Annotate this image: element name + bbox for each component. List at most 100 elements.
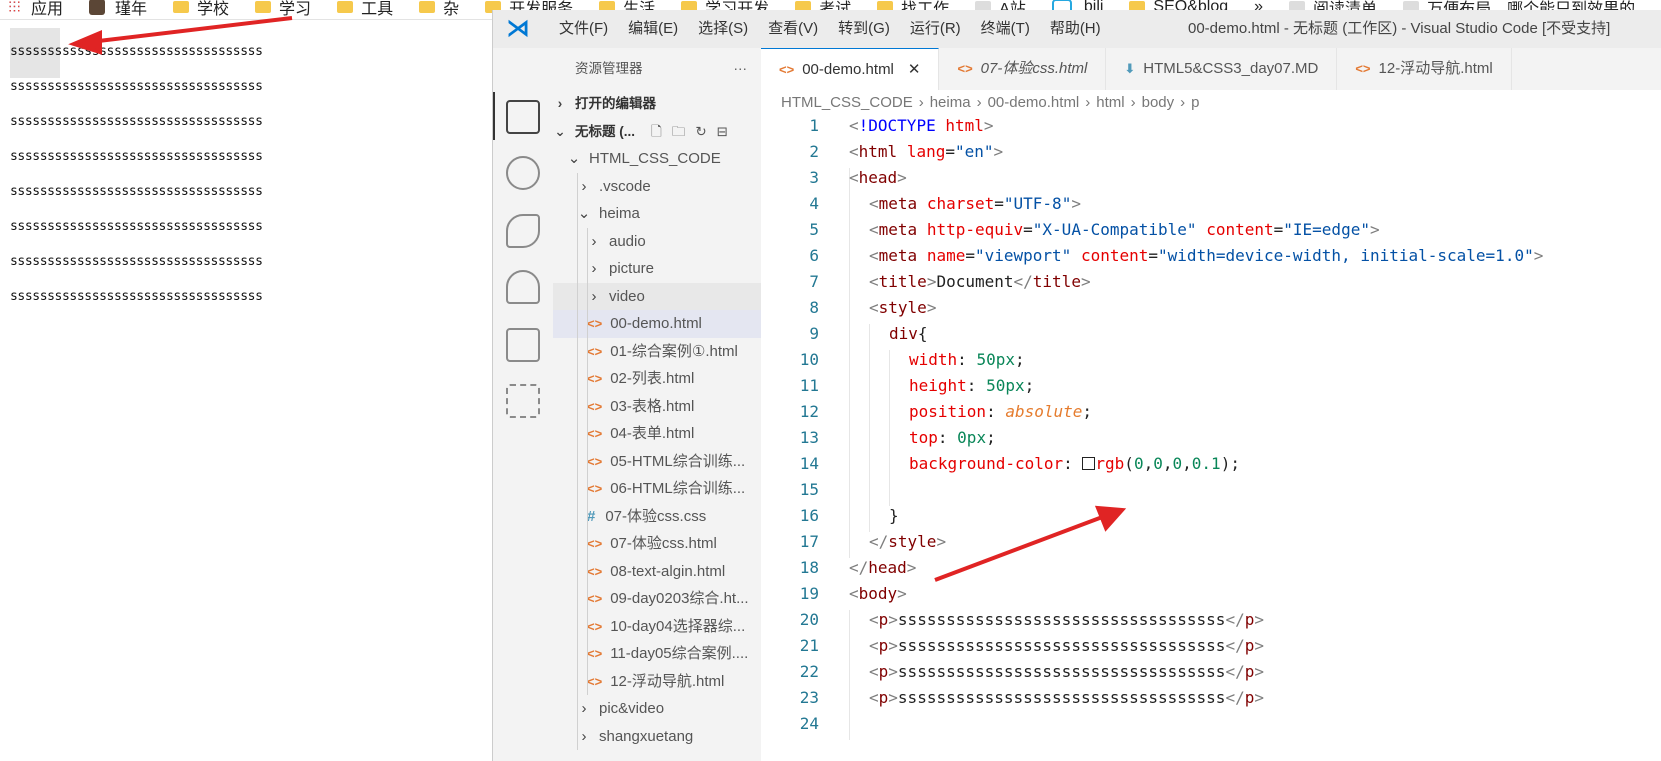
html-file-icon: <> <box>587 591 603 606</box>
tab-label: 00-demo.html <box>802 60 894 78</box>
chevron-down-icon: ⌄ <box>554 123 566 139</box>
tree-item[interactable]: #07-体验css.css <box>553 502 761 530</box>
new-folder-icon[interactable]: 🗀 <box>672 124 696 139</box>
tree-item[interactable]: <> 10-day04选择器综... <box>553 612 761 640</box>
tree-item-label: pic&video <box>599 700 665 717</box>
menu-item[interactable]: 帮助(H) <box>1040 10 1111 48</box>
menu-item[interactable]: 终端(T) <box>971 10 1040 48</box>
tree-item-label: 07-体验css.html <box>610 535 717 552</box>
breadcrumb-item[interactable]: 00-demo.html <box>988 94 1080 111</box>
menu-item[interactable]: 转到(G) <box>828 10 900 48</box>
tree-item[interactable]: ⌄ HTML_CSS_CODE <box>553 145 761 173</box>
search-icon[interactable] <box>506 156 540 190</box>
code-line-3: <head> <box>849 168 907 187</box>
editor-tab[interactable]: ⬇ HTML5&CSS3_day07.MD <box>1106 48 1338 90</box>
indent-guide <box>577 695 578 723</box>
line-number: 11 <box>799 376 819 395</box>
source-control-icon[interactable] <box>506 214 540 248</box>
breadcrumb-separator: › <box>918 94 924 111</box>
menu-item[interactable]: 编辑(E) <box>618 10 688 48</box>
rendered-paragraph: ssssssssssssssssssssssssssssssssss <box>10 254 263 269</box>
rendered-paragraph: ssssssssssssssssssssssssssssssssss <box>10 219 263 234</box>
editor-tab[interactable]: <> 07-体验css.html <box>939 48 1107 90</box>
new-file-icon[interactable]: 🗋 <box>651 124 672 139</box>
run-debug-icon[interactable] <box>506 270 540 304</box>
tree-item[interactable]: › .vscode <box>553 172 761 200</box>
window-title: 00-demo.html - 无标题 (工作区) - Visual Studio… <box>1188 20 1611 37</box>
code-line-13: top: 0px; <box>909 428 996 447</box>
close-icon[interactable]: ✕ <box>908 49 921 91</box>
file-tree: ⌄ HTML_CSS_CODE › .vscode ⌄ heima › audio › pictu… <box>553 145 761 750</box>
tree-item[interactable]: <> 04-表单.html <box>553 420 761 448</box>
indent-guide <box>587 420 588 448</box>
tree-item[interactable]: <> 01-综合案例①.html <box>553 337 761 365</box>
line-number: 23 <box>799 688 819 707</box>
activity-bar <box>493 48 553 761</box>
html-file-icon: <> <box>587 398 603 414</box>
explorer-icon[interactable] <box>506 100 540 134</box>
code-paragraph-text: ssssssssssssssssssssssssssssssssss <box>897 636 1226 655</box>
folder-icon <box>419 0 436 13</box>
menu-item[interactable]: 文件(F) <box>549 10 618 48</box>
indent-guide <box>577 585 578 613</box>
menu-bar: 文件(F) 编辑(E) 选择(S) 查看(V) 转到(G) 运行(R) 终端(T) 帮助(H) <box>549 10 1111 48</box>
tree-item[interactable]: › pic&video <box>553 695 761 723</box>
indent-guide <box>577 447 578 475</box>
rendered-paragraph: ssssssssssssssssssssssssssssssssss <box>10 114 263 129</box>
tree-item-label: picture <box>609 260 655 277</box>
tree-item[interactable]: <> 05-HTML综合训练... <box>553 447 761 475</box>
chevron-down-icon: ⌄ <box>567 150 581 167</box>
tree-item[interactable]: <> 03-表格.html <box>553 392 761 420</box>
tree-item[interactable]: ⌄ heima <box>553 200 761 228</box>
explorer-title: 资源管理器 <box>575 61 643 76</box>
tree-item[interactable]: <> 09-day0203综合.ht... <box>553 585 761 613</box>
bookmark-item[interactable]: 工具 <box>337 0 393 19</box>
tree-item[interactable]: <> 06-HTML综合训练... <box>553 475 761 503</box>
editor-tab[interactable]: <> 00-demo.html ✕ <box>761 48 940 91</box>
refresh-icon[interactable]: ↻ <box>695 124 716 139</box>
color-swatch-icon[interactable] <box>1082 457 1096 470</box>
tree-item[interactable]: <> 08-text-algin.html <box>553 557 761 585</box>
bookmark-item[interactable]: 学校 <box>173 0 229 19</box>
open-editors-label: 打开的编辑器 <box>575 96 656 111</box>
menu-item[interactable]: 查看(V) <box>758 10 828 48</box>
bookmark-item[interactable]: 杂 <box>419 0 459 19</box>
tree-item[interactable]: <> 11-day05综合案例.... <box>553 640 761 668</box>
tree-item[interactable]: › picture <box>553 255 761 283</box>
editor-tab[interactable]: <> 12-浮动导航.html <box>1337 48 1512 90</box>
open-editors-section[interactable]: › 打开的编辑器 <box>553 90 761 118</box>
explorer-more-button[interactable]: ··· <box>734 48 748 90</box>
remote-explorer-icon[interactable] <box>506 328 540 362</box>
indent-guide <box>587 585 588 613</box>
tree-item-label: 07-体验css.css <box>605 507 707 525</box>
workspace-actions[interactable]: 🗋🗀↻⊟ <box>651 118 738 146</box>
menu-item[interactable]: 选择(S) <box>688 10 758 48</box>
breadcrumb-item[interactable]: p <box>1191 94 1199 111</box>
bookmark-item[interactable]: 应用 <box>0 0 63 19</box>
breadcrumb-item[interactable]: heima <box>930 94 971 111</box>
tree-item[interactable]: › audio <box>553 227 761 255</box>
tree-item-label: 12-浮动导航.html <box>610 672 725 690</box>
tree-item[interactable]: <> 00-demo.html <box>553 310 761 338</box>
indent-guide <box>587 365 588 393</box>
collapse-all-icon[interactable]: ⊟ <box>717 124 738 139</box>
tree-item[interactable]: › shangxuetang <box>553 722 761 750</box>
tree-item[interactable]: <> 02-列表.html <box>553 365 761 393</box>
extensions-icon[interactable] <box>506 384 540 418</box>
indent-guide <box>849 610 850 740</box>
code-line-9: div{ <box>889 324 928 343</box>
bookmark-item[interactable]: 瑾年 <box>89 0 147 19</box>
indent-guide <box>587 310 588 338</box>
tree-item[interactable]: › video <box>553 282 761 310</box>
tree-item-label: 04-表单.html <box>610 425 695 442</box>
breadcrumb-item[interactable]: body <box>1142 94 1175 111</box>
indent-guide <box>577 392 578 420</box>
code-line-4: <meta charset="UTF-8"> <box>869 194 1081 213</box>
breadcrumb-item[interactable]: html <box>1096 94 1124 111</box>
bookmark-item[interactable]: 学习 <box>255 0 311 19</box>
tree-item[interactable]: <> 12-浮动导航.html <box>553 667 761 695</box>
breadcrumb-item[interactable]: HTML_CSS_CODE <box>781 94 913 111</box>
tree-item[interactable]: <> 07-体验css.html <box>553 530 761 558</box>
menu-item[interactable]: 运行(R) <box>900 10 971 48</box>
workspace-section[interactable]: ⌄ 无标题 (... 🗋🗀↻⊟ <box>553 118 761 146</box>
